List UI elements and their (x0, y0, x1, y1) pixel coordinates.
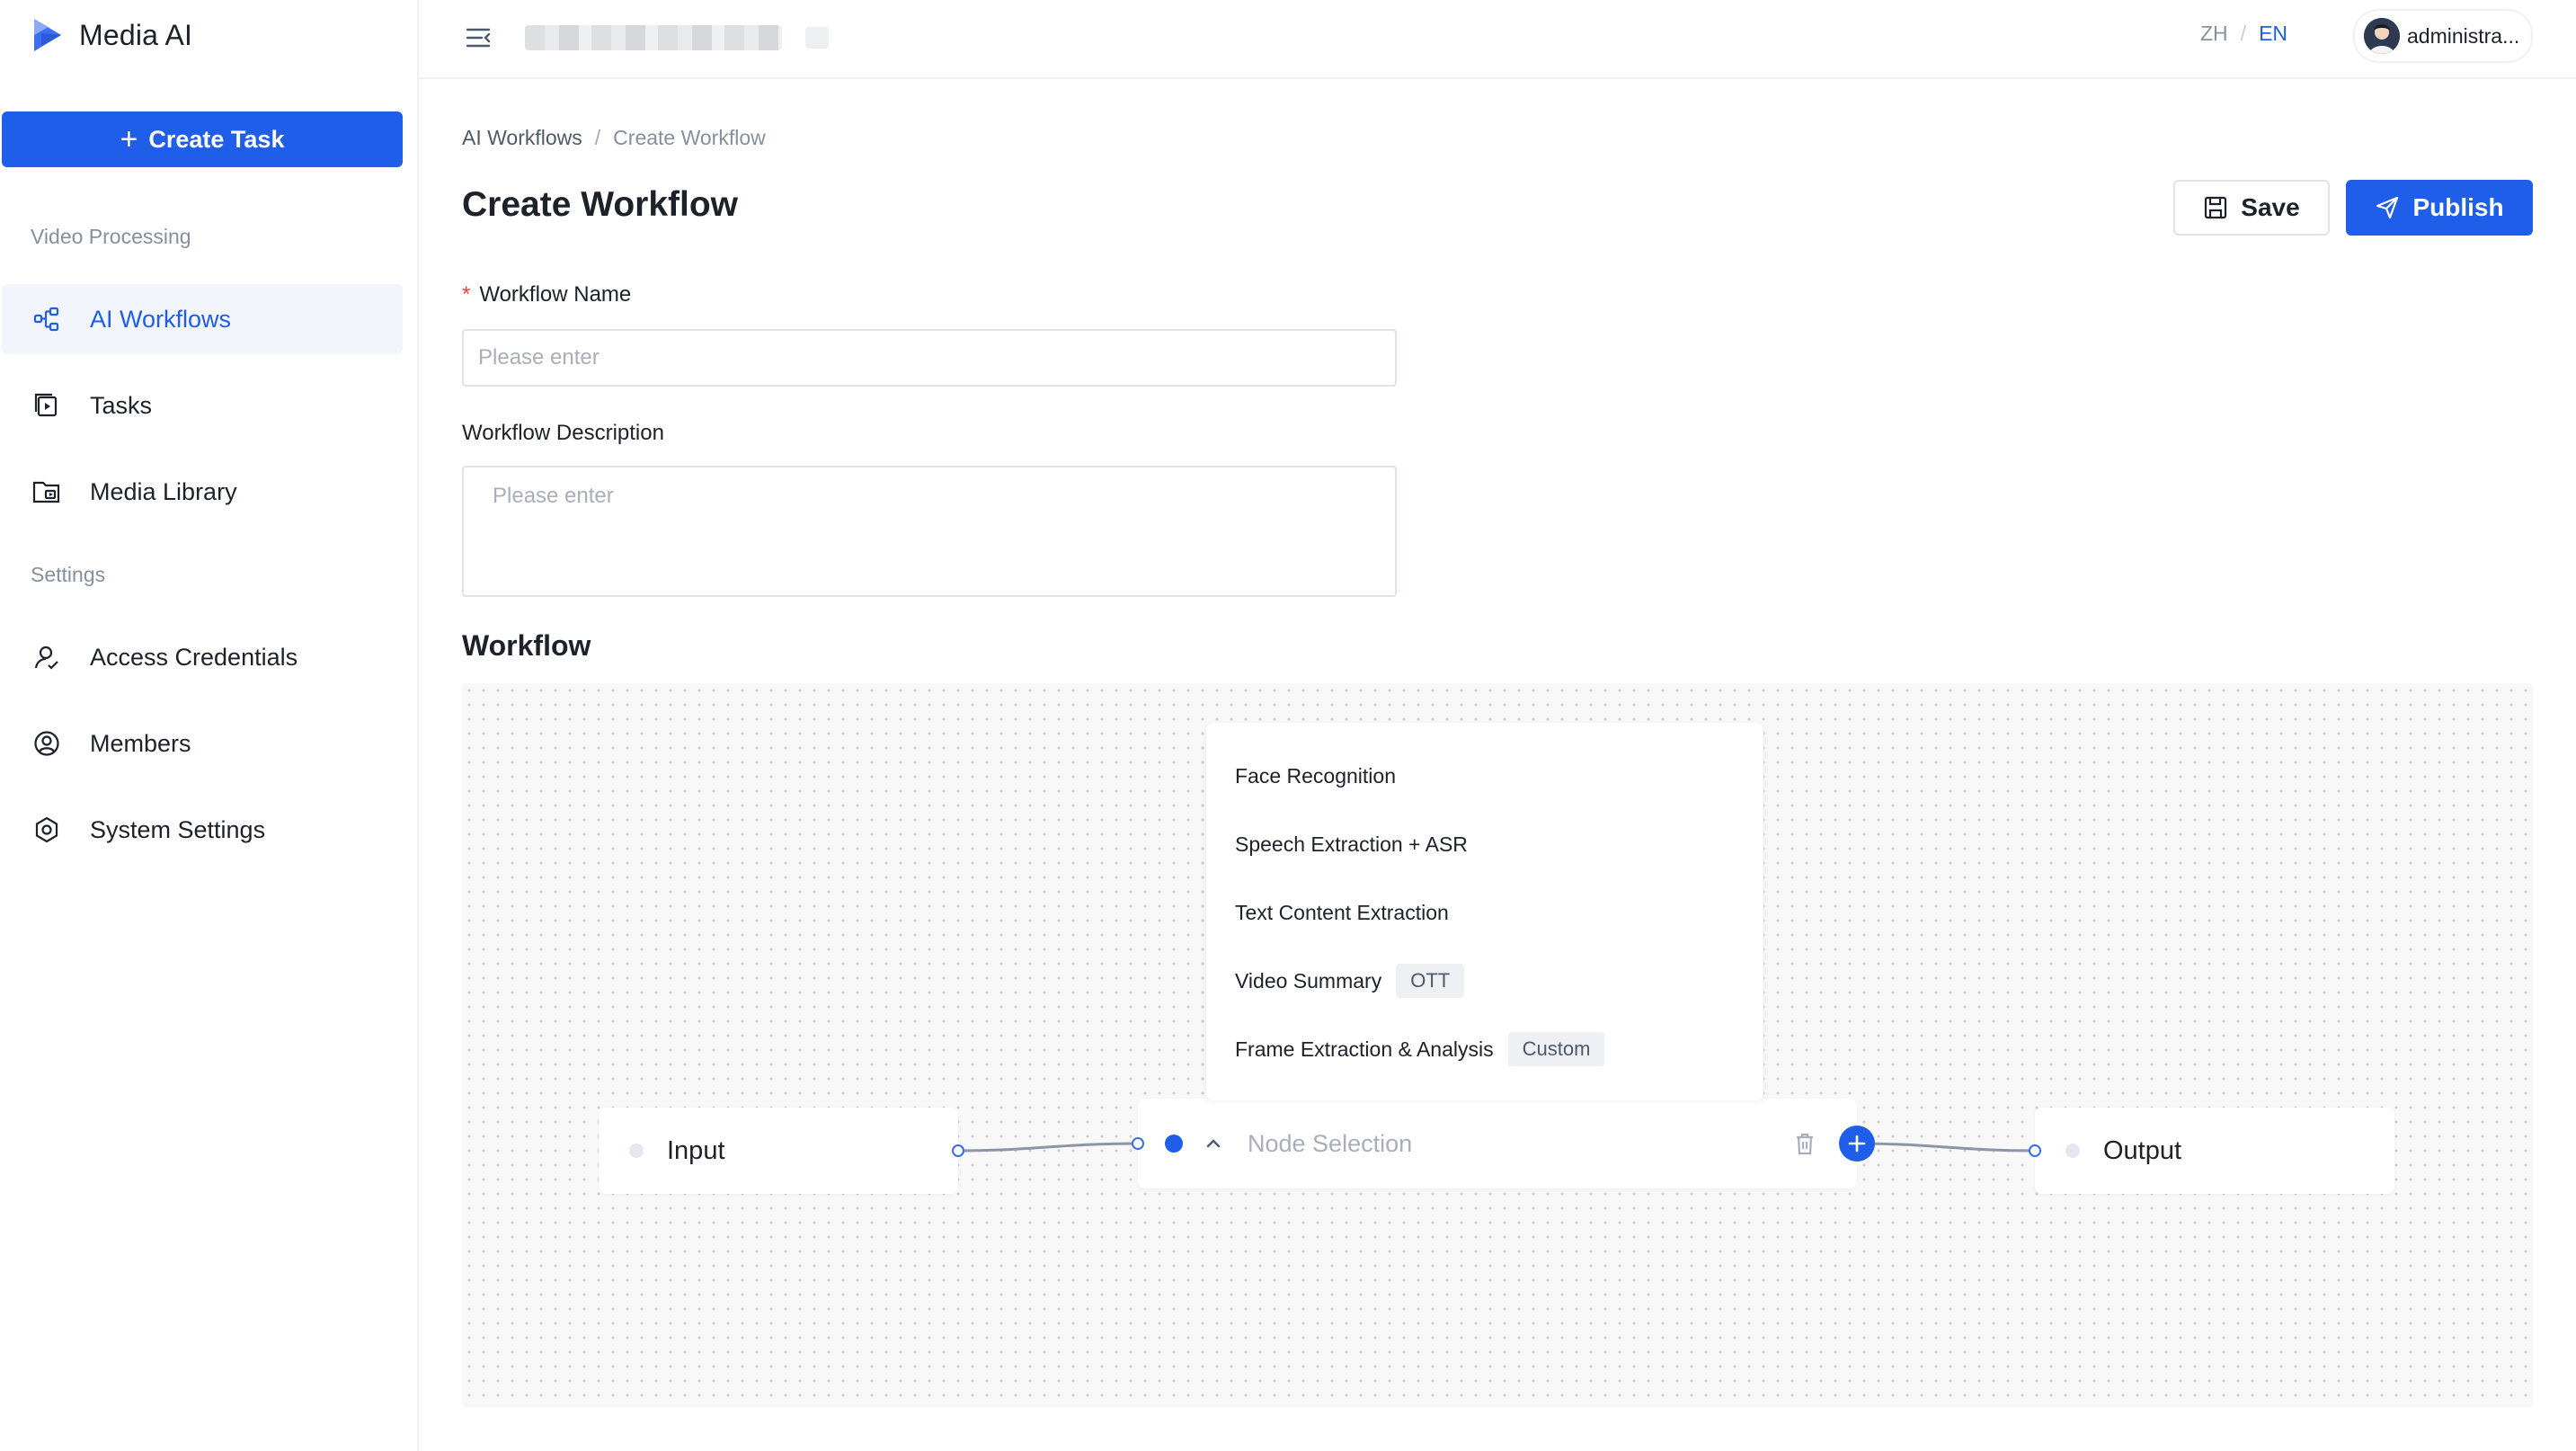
media-library-icon (31, 476, 63, 508)
option-label: Face Recognition (1235, 763, 1396, 788)
avatar (2364, 18, 2400, 54)
save-label: Save (2241, 193, 2300, 221)
output-node-label: Output (2103, 1135, 2182, 1165)
lang-zh-link[interactable]: ZH (2200, 22, 2228, 46)
workflow-icon (31, 303, 63, 335)
option-tag: OTT (1396, 964, 1465, 998)
settings-icon (31, 814, 63, 846)
node-options-dropdown: Face Recognition Speech Extraction + ASR… (1206, 723, 1763, 1100)
section-label-settings: Settings (31, 563, 106, 586)
option-text-content-extraction[interactable]: Text Content Extraction (1235, 892, 1449, 933)
lang-en-link[interactable]: EN (2259, 22, 2287, 46)
members-icon (31, 727, 63, 760)
option-label: Text Content Extraction (1235, 900, 1449, 924)
plus-icon (1848, 1135, 1866, 1153)
option-label: Frame Extraction & Analysis (1235, 1037, 1494, 1061)
plus-icon: + (120, 122, 138, 156)
page-title: Create Workflow (462, 185, 739, 224)
blurred-header-badge (805, 27, 829, 49)
workflow-name-input[interactable] (462, 329, 1397, 387)
publish-label: Publish (2412, 193, 2504, 221)
option-tag: Custom (1507, 1032, 1605, 1066)
save-icon (2205, 196, 2227, 219)
sidebar-item-tasks[interactable]: Tasks (2, 370, 403, 441)
user-menu[interactable]: administra... (2353, 9, 2533, 63)
sidebar-item-system-settings[interactable]: System Settings (2, 795, 403, 865)
option-speech-extraction-asr[interactable]: Speech Extraction + ASR (1235, 823, 1468, 865)
node-selection-placeholder[interactable]: Node Selection (1248, 1130, 1792, 1158)
node-selection-node[interactable]: Node Selection (1138, 1099, 1857, 1188)
output-node[interactable]: Output (2035, 1108, 2394, 1194)
save-button[interactable]: Save (2173, 180, 2330, 236)
menu-fold-icon[interactable] (462, 22, 494, 54)
blurred-header-title (525, 25, 782, 50)
option-label: Video Summary (1235, 968, 1382, 993)
sidebar-item-access-credentials[interactable]: Access Credentials (2, 622, 403, 692)
send-icon (2376, 196, 2399, 219)
publish-button[interactable]: Publish (2346, 180, 2533, 236)
trash-icon[interactable] (1792, 1131, 1817, 1156)
workflow-description-label: Workflow Description (462, 421, 664, 445)
lang-separator: / (2240, 22, 2247, 45)
create-task-label: Create Task (148, 125, 285, 153)
sidebar-item-ai-workflows[interactable]: AI Workflows (2, 284, 403, 354)
breadcrumb-current: Create Workflow (613, 126, 766, 149)
selection-node-input-port[interactable] (1132, 1137, 1144, 1150)
sidebar-item-label: Media Library (90, 477, 237, 505)
app-logo[interactable]: Media AI (29, 13, 192, 58)
selection-node-dot (1165, 1135, 1183, 1153)
workflow-description-textarea[interactable] (462, 466, 1397, 597)
breadcrumb-separator: / (594, 126, 601, 149)
create-task-button[interactable]: + Create Task (2, 111, 403, 167)
workflow-name-label: * Workflow Name (462, 282, 631, 307)
user-name: administra... (2407, 23, 2520, 48)
sidebar: Media AI + Create Task Video Processing … (0, 0, 419, 1451)
chevron-up-icon[interactable] (1203, 1133, 1224, 1154)
sidebar-item-label: Members (90, 729, 191, 757)
sidebar-item-members[interactable]: Members (2, 708, 403, 779)
section-label-video-processing: Video Processing (31, 225, 191, 248)
option-video-summary[interactable]: Video Summary OTT (1235, 960, 1465, 1001)
input-node-output-port[interactable] (952, 1144, 964, 1157)
option-frame-extraction-analysis[interactable]: Frame Extraction & Analysis Custom (1235, 1028, 1605, 1070)
sidebar-item-label: AI Workflows (90, 305, 232, 333)
option-face-recognition[interactable]: Face Recognition (1235, 755, 1396, 797)
breadcrumb-parent-link[interactable]: AI Workflows (462, 126, 582, 150)
breadcrumb: AI Workflows / Create Workflow (462, 126, 766, 150)
credentials-icon (31, 641, 63, 673)
add-node-button[interactable] (1839, 1126, 1875, 1162)
input-node-label: Input (667, 1135, 725, 1165)
sidebar-item-label: Tasks (90, 391, 153, 419)
sidebar-item-media-library[interactable]: Media Library (2, 457, 403, 527)
input-node[interactable]: Input (599, 1108, 958, 1194)
language-switch: ZH / EN (2200, 22, 2287, 46)
node-status-dot (2065, 1144, 2080, 1158)
option-label: Speech Extraction + ASR (1235, 832, 1468, 856)
sidebar-item-label: Access Credentials (90, 643, 298, 671)
tasks-icon (31, 389, 63, 422)
media-ai-logo-icon (34, 19, 61, 51)
workflow-name-label-text: Workflow Name (479, 282, 632, 307)
node-status-dot (629, 1144, 644, 1158)
sidebar-item-label: System Settings (90, 815, 266, 843)
app-name: Media AI (79, 18, 193, 51)
output-node-input-port[interactable] (2029, 1144, 2041, 1157)
required-mark: * (462, 282, 471, 307)
top-header: ZH / EN administra... (419, 0, 2576, 79)
workflow-section-title: Workflow (462, 629, 591, 662)
